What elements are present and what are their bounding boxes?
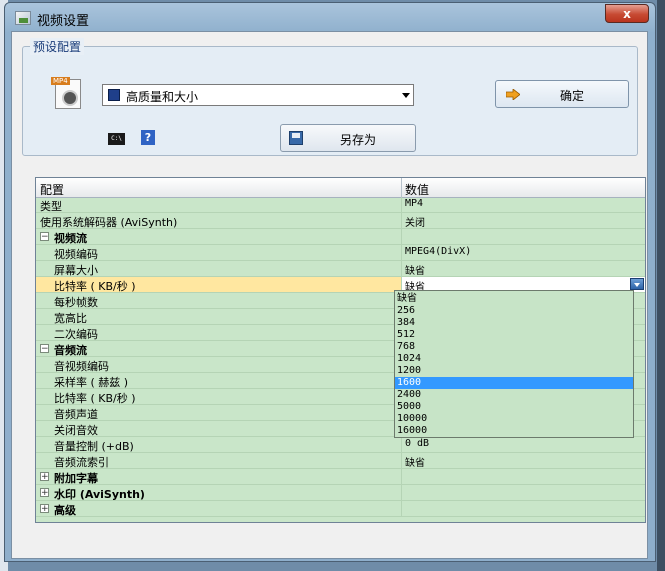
- column-header-setting[interactable]: 配置: [40, 181, 64, 198]
- grid-category-row[interactable]: − 视频流: [36, 229, 645, 245]
- property-name: 比特率 ( KB/秒 ): [54, 280, 136, 293]
- property-value[interactable]: 缺省: [405, 454, 425, 469]
- title-bar[interactable]: 视频设置 x: [5, 3, 655, 33]
- window-title: 视频设置: [37, 14, 90, 29]
- property-value[interactable]: MP4: [405, 198, 423, 209]
- dropdown-option[interactable]: 768: [395, 341, 633, 353]
- expand-icon[interactable]: +: [40, 472, 49, 482]
- dropdown-option[interactable]: 1600: [395, 377, 633, 389]
- dropdown-arrow-icon[interactable]: [630, 278, 644, 290]
- property-name: 采样率 ( 赫兹 ): [54, 376, 129, 389]
- dropdown-option[interactable]: 256: [395, 305, 633, 317]
- dropdown-option[interactable]: 缺省: [395, 293, 633, 305]
- mp4-tag: MP4: [51, 77, 70, 85]
- preset-group-legend: 预设配置: [30, 38, 85, 55]
- command-line-icon[interactable]: C:\: [108, 133, 125, 145]
- preset-group: MP4 高质量和大小 确定 C:\ ? 另存为: [22, 46, 638, 156]
- grid-property-row[interactable]: 类型 MP4: [36, 197, 645, 213]
- preset-select[interactable]: 高质量和大小: [102, 84, 414, 106]
- arrow-right-icon: [506, 89, 520, 100]
- expand-icon[interactable]: +: [40, 504, 49, 514]
- dropdown-option[interactable]: 16000: [395, 425, 633, 437]
- preset-selected-value: 高质量和大小: [126, 90, 199, 104]
- property-name: 比特率 ( KB/秒 ): [54, 392, 136, 405]
- property-name: 使用系统解码器 (AviSynth): [40, 216, 178, 229]
- expand-icon[interactable]: +: [40, 488, 49, 498]
- dropdown-option[interactable]: 1024: [395, 353, 633, 365]
- floppy-disk-icon: [289, 131, 303, 145]
- property-name: 视频流: [54, 232, 87, 245]
- column-header-value[interactable]: 数值: [405, 181, 429, 198]
- save-as-button[interactable]: 另存为: [280, 124, 416, 152]
- property-name: 屏幕大小: [54, 264, 98, 277]
- property-name: 附加字幕: [54, 472, 98, 485]
- property-name: 音频流索引: [54, 456, 109, 469]
- property-value[interactable]: MPEG4(DivX): [405, 246, 471, 257]
- property-name: 音频流: [54, 344, 87, 357]
- grid-category-row[interactable]: + 附加字幕: [36, 469, 645, 485]
- dropdown-option[interactable]: 1200: [395, 365, 633, 377]
- property-name: 二次编码: [54, 328, 98, 341]
- property-name: 音视频编码: [54, 360, 109, 373]
- property-value[interactable]: 关闭: [405, 214, 425, 229]
- property-name: 高级: [54, 504, 76, 517]
- grid-property-row[interactable]: 使用系统解码器 (AviSynth) 关闭: [36, 213, 645, 229]
- grid-category-row[interactable]: + 水印 (AviSynth): [36, 485, 645, 501]
- grid-category-row[interactable]: + 高级: [36, 501, 645, 517]
- property-value[interactable]: 0 dB: [405, 438, 429, 449]
- save-as-button-label: 另存为: [340, 133, 377, 147]
- property-name: 每秒帧数: [54, 296, 98, 309]
- property-name: 宽高比: [54, 312, 87, 325]
- ok-button-label: 确定: [560, 89, 585, 103]
- help-icon[interactable]: ?: [141, 130, 155, 145]
- property-name: 水印 (AviSynth): [54, 488, 145, 501]
- dropdown-option[interactable]: 384: [395, 317, 633, 329]
- grid-property-row[interactable]: 音量控制 (+dB) 0 dB: [36, 437, 645, 453]
- dropdown-option[interactable]: 2400: [395, 389, 633, 401]
- dropdown-option[interactable]: 10000: [395, 413, 633, 425]
- collapse-icon[interactable]: −: [40, 232, 49, 242]
- mp4-video-file-icon: MP4: [51, 77, 85, 111]
- grid-property-row[interactable]: 音频流索引 缺省: [36, 453, 645, 469]
- dropdown-option[interactable]: 5000: [395, 401, 633, 413]
- window-picture-icon: [15, 11, 31, 25]
- chevron-down-icon[interactable]: [402, 93, 410, 98]
- video-settings-window: 视频设置 x MP4 高质量和大小 确定 C:\ ? 另存为 预设配置 配置 数…: [4, 2, 656, 562]
- ok-button[interactable]: 确定: [495, 80, 629, 108]
- grid-header: 配置 数值: [36, 178, 645, 198]
- bitrate-dropdown-list[interactable]: 缺省 256 384 512 768 1024 1200 1600 2400 5000 10000 1…: [394, 290, 634, 438]
- grid-property-row[interactable]: 视频编码 MPEG4(DivX): [36, 245, 645, 261]
- property-name: 音频声道: [54, 408, 98, 421]
- property-name: 类型: [40, 200, 62, 213]
- collapse-icon[interactable]: −: [40, 344, 49, 354]
- property-name: 视频编码: [54, 248, 98, 261]
- dropdown-option[interactable]: 512: [395, 329, 633, 341]
- preset-item-icon: [108, 89, 120, 101]
- property-name: 关闭音效: [54, 424, 98, 437]
- grid-property-row[interactable]: 屏幕大小 缺省: [36, 261, 645, 277]
- close-button[interactable]: x: [605, 4, 649, 23]
- property-value[interactable]: 缺省: [405, 262, 425, 277]
- property-name: 音量控制 (+dB): [54, 440, 134, 453]
- background-right: [657, 0, 665, 571]
